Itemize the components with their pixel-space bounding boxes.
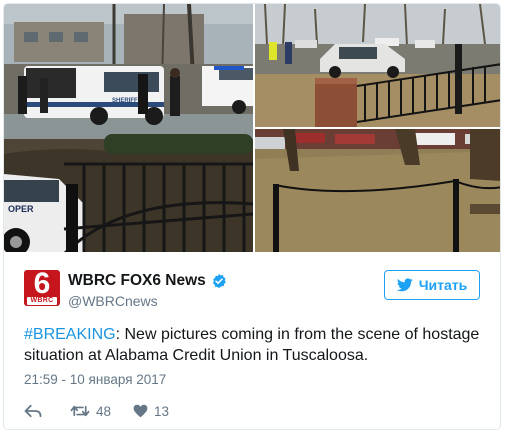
like-button[interactable]: 13 [133, 404, 169, 419]
retweet-icon [70, 405, 90, 417]
retweet-button[interactable]: 48 [70, 404, 111, 419]
photo-3[interactable] [255, 129, 500, 252]
name-row: WBRC FOX6 News [68, 270, 227, 292]
follow-button-label: Читать [418, 277, 468, 293]
retweet-count: 48 [96, 403, 112, 419]
follow-button[interactable]: Читать [384, 270, 480, 300]
tweet-text: #BREAKING: New pictures coming in from t… [24, 324, 489, 366]
tweet-actions: 48 13 [24, 401, 191, 421]
tweet-card: SHERIFF OPER 6 WBRC WBRC FOX6 News @WBRC… [3, 3, 501, 430]
photo-1[interactable]: SHERIFF OPER [4, 4, 253, 252]
user-handle[interactable]: @WBRCnews [68, 293, 158, 309]
reply-button[interactable] [24, 404, 48, 418]
photo-2[interactable] [255, 4, 500, 127]
reply-icon [24, 404, 42, 418]
display-name[interactable]: WBRC FOX6 News [68, 272, 206, 290]
heart-icon [133, 404, 148, 418]
avatar-number: 6 [33, 267, 51, 300]
car-door-text: OPER [8, 204, 34, 214]
avatar[interactable]: 6 WBRC [24, 267, 60, 306]
verified-badge-icon [212, 274, 226, 288]
like-count: 13 [154, 403, 170, 419]
twitter-bird-icon [396, 278, 413, 292]
hashtag-link[interactable]: #BREAKING [24, 326, 116, 343]
tweet-timestamp[interactable]: 21:59 - 10 января 2017 [24, 372, 166, 387]
svg-text:SHERIFF: SHERIFF [112, 98, 138, 104]
avatar-text: WBRC [30, 297, 54, 304]
photo-grid[interactable]: SHERIFF OPER [4, 4, 500, 252]
